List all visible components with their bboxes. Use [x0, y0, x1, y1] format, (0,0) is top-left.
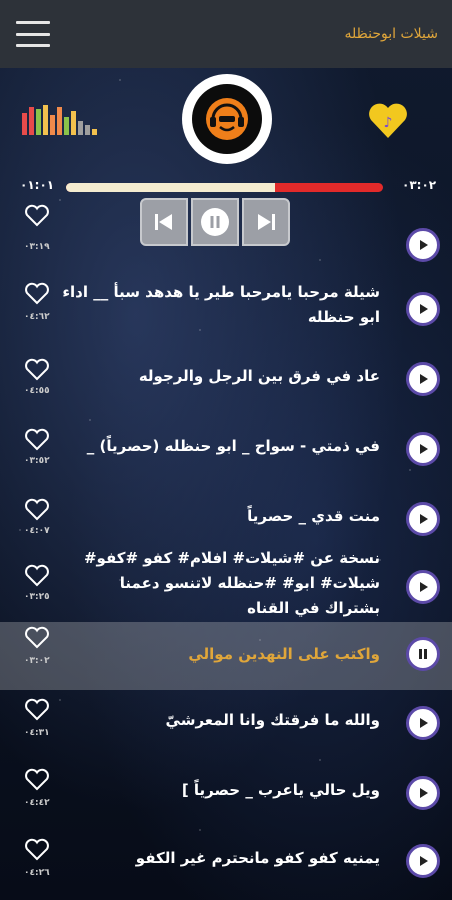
song-row[interactable]: والله ما فرقتك وانا المعرشيّ ٠٤:٣١: [0, 690, 452, 758]
song-row[interactable]: عاد في فرق بين الرجل والرجوله ٠٤:٥٥: [0, 342, 452, 412]
heart-icon[interactable]: [24, 698, 50, 726]
heart-icon[interactable]: [24, 626, 50, 654]
song-duration: ٠٣:١٩: [24, 242, 50, 252]
song-title: عاد في فرق بين الرجل والرجوله: [138, 367, 380, 385]
song-row[interactable]: نسخة عن #شيلات# افلام# كفو #كفو# شيلات# …: [0, 549, 452, 622]
play-song-button[interactable]: [406, 706, 440, 740]
play-icon: [420, 304, 428, 314]
song-row[interactable]: ٠٣:١٩: [0, 204, 452, 268]
heart-icon[interactable]: [24, 204, 50, 232]
play-song-button[interactable]: [406, 502, 440, 536]
song-row[interactable]: يمنيه كفو كفو مانحترم غير الكفو ٠٤:٢٦: [0, 828, 452, 898]
pause-song-button[interactable]: [406, 637, 440, 671]
song-title: ويل حالي ياعرب _ حصرياً ]: [181, 781, 380, 799]
play-icon: [420, 856, 428, 866]
favorites-heart-icon[interactable]: ♪: [366, 100, 410, 144]
song-duration: ٠٤:٦٢: [24, 312, 50, 322]
svg-text:♪: ♪: [384, 115, 393, 131]
heart-icon[interactable]: [24, 282, 50, 310]
play-song-button[interactable]: [406, 776, 440, 810]
play-song-button[interactable]: [406, 228, 440, 262]
song-title: في ذمتي - سواح _ ابو حنظله (حصرياً) _: [86, 437, 380, 455]
play-icon: [420, 788, 428, 798]
channel-avatar: [182, 74, 272, 164]
song-title: والله ما فرقتك وانا المعرشيّ: [165, 711, 380, 729]
song-duration: ٠٣:٥٢: [24, 456, 50, 466]
skip-previous-icon: [155, 214, 172, 230]
play-song-button[interactable]: [406, 362, 440, 396]
elapsed-time: ٠١:٠١: [20, 178, 55, 192]
heart-icon[interactable]: [24, 838, 50, 866]
heart-icon[interactable]: [24, 358, 50, 386]
play-icon: [420, 718, 428, 728]
heart-icon[interactable]: [24, 498, 50, 526]
song-row[interactable]: شيلة مرحبا يامرحبا طير يا هدهد سبأ __ اد…: [0, 272, 452, 342]
song-title: يمنيه كفو كفو مانحترم غير الكفو: [135, 849, 380, 867]
song-duration: ٠٤:٢٦: [24, 868, 50, 878]
progress-fill: [66, 183, 276, 192]
play-icon: [420, 240, 428, 250]
song-row[interactable]: ويل حالي ياعرب _ حصرياً ] ٠٤:٤٢: [0, 758, 452, 826]
song-row[interactable]: في ذمتي - سواح _ ابو حنظله (حصرياً) _ ٠٣:…: [0, 412, 452, 482]
app-title: شيلات ابوحنظله: [344, 26, 438, 42]
song-title: شيلة مرحبا يامرحبا طير يا هدهد سبأ __ اد…: [62, 283, 380, 326]
song-duration: ٠٤:٠٧: [24, 526, 50, 536]
play-song-button[interactable]: [406, 570, 440, 604]
song-duration: ٠٣:٢٥: [24, 592, 50, 602]
song-duration: ٠٣:٠٢: [24, 656, 50, 666]
play-icon: [420, 374, 428, 384]
app-bar: شيلات ابوحنظله: [0, 0, 452, 68]
pause-icon: [419, 649, 427, 659]
song-row[interactable]: واكتب على النهدين موالي ٠٣:٠٢: [0, 622, 452, 690]
play-song-button[interactable]: [406, 844, 440, 878]
play-song-button[interactable]: [406, 292, 440, 326]
heart-icon[interactable]: [24, 428, 50, 456]
total-duration: ٠٣:٠٢: [402, 178, 437, 192]
heart-icon[interactable]: [24, 564, 50, 592]
play-icon: [420, 514, 428, 524]
heart-icon[interactable]: [24, 768, 50, 796]
headphones-avatar-icon: [206, 98, 248, 140]
song-duration: ٠٤:٣١: [24, 728, 50, 738]
play-song-button[interactable]: [406, 432, 440, 466]
song-title: منت قدي _ حصرياً: [247, 507, 380, 525]
hamburger-menu-icon[interactable]: [16, 21, 50, 47]
play-icon: [420, 582, 428, 592]
song-duration: ٠٤:٥٥: [24, 386, 50, 396]
progress-bar[interactable]: [66, 183, 383, 192]
song-duration: ٠٤:٤٢: [24, 798, 50, 808]
equalizer-icon: [22, 103, 97, 135]
skip-next-icon: [258, 214, 275, 230]
song-row[interactable]: منت قدي _ حصرياً ٠٤:٠٧: [0, 482, 452, 552]
song-title: نسخة عن #شيلات# افلام# كفو #كفو# شيلات# …: [83, 549, 380, 617]
play-icon: [420, 444, 428, 454]
song-title: واكتب على النهدين موالي: [188, 645, 380, 663]
